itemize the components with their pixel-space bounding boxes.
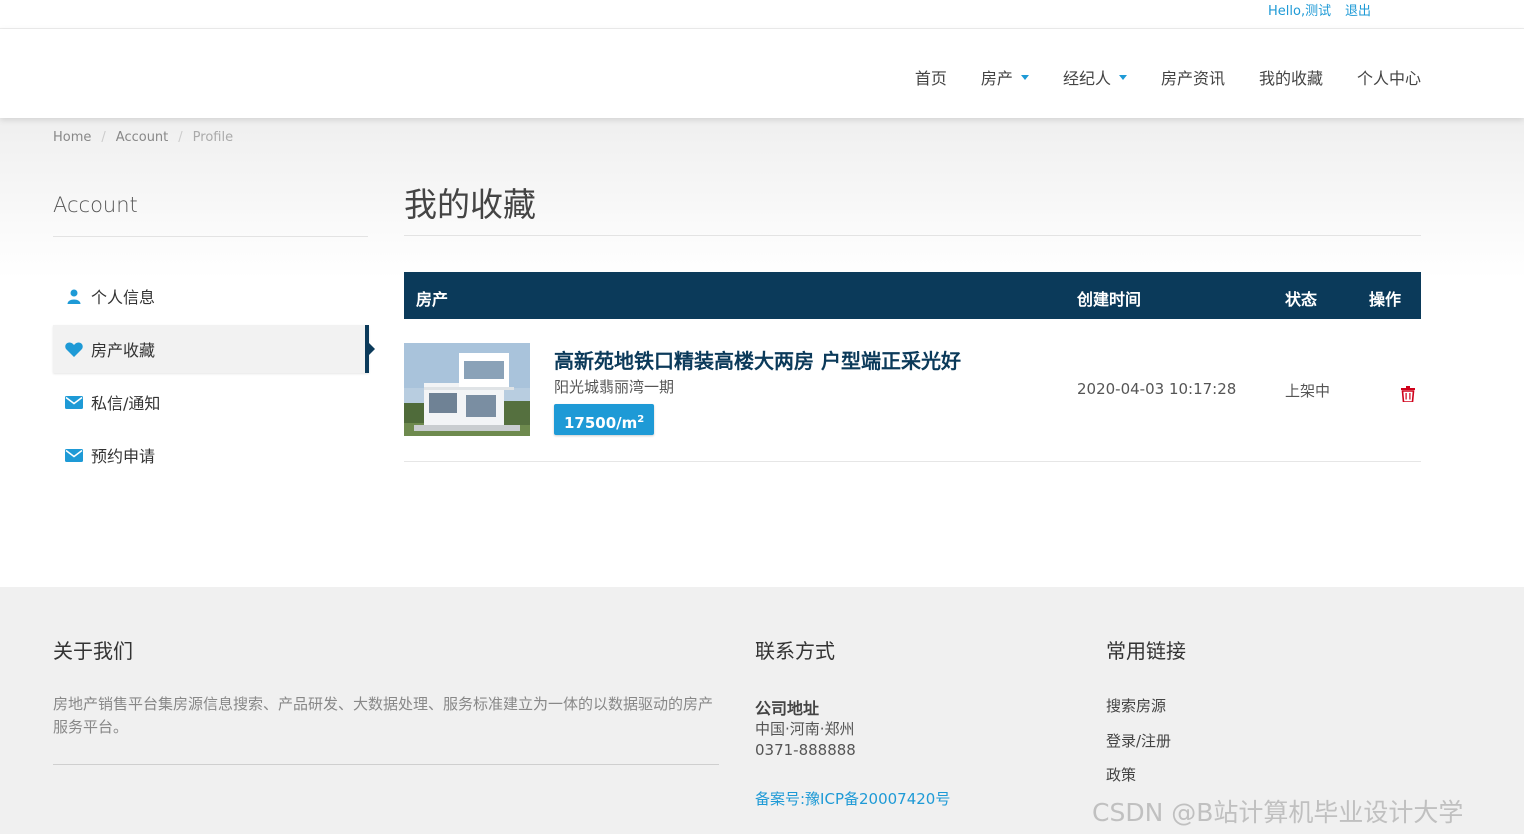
page-title: 我的收藏 <box>404 185 536 224</box>
sidebar-item-label: 个人信息 <box>91 288 156 307</box>
footer-icp-link[interactable]: 备案号:豫ICP备20007420号 <box>755 788 950 809</box>
status-text: 上架中 <box>1285 382 1331 400</box>
footer-links-title: 常用链接 <box>1106 639 1186 663</box>
nav-item-property[interactable]: 房产 <box>981 65 1029 89</box>
nav-item-label: 个人中心 <box>1356 69 1421 88</box>
sidebar-item-label: 私信/通知 <box>91 394 161 413</box>
trash-icon[interactable] <box>1401 386 1415 403</box>
footer-address: 中国·河南·郑州 <box>755 720 855 738</box>
favorites-table-header: 房产 创建时间 状态 操作 <box>404 272 1421 319</box>
breadcrumb-separator: / <box>178 130 183 145</box>
nav-item-label: 首页 <box>914 69 947 88</box>
sidebar-item-label: 房产收藏 <box>91 341 156 360</box>
breadcrumb-account[interactable]: Account <box>116 130 169 145</box>
breadcrumb-separator: / <box>101 130 106 145</box>
column-header-property: 房产 <box>416 290 449 309</box>
sidebar-item-personal-info[interactable]: 个人信息 <box>53 272 365 320</box>
price-value: 17500/m <box>564 414 638 432</box>
footer-phone: 0371-888888 <box>755 741 856 759</box>
column-header-action: 操作 <box>1369 290 1402 309</box>
footer-link-login[interactable]: 登录/注册 <box>1106 730 1171 751</box>
footer: 关于我们 房地产销售平台集房源信息搜索、产品研发、大数据处理、服务标准建立为一体… <box>0 587 1524 834</box>
caret-down-icon <box>1020 74 1029 80</box>
property-thumbnail[interactable] <box>404 343 530 436</box>
nav-item-label: 房产资讯 <box>1160 69 1225 88</box>
breadcrumb-home[interactable]: Home <box>53 130 91 145</box>
watermark: CSDN @B站计算机毕业设计大学 <box>1092 798 1464 827</box>
top-bar: Hello,测试 退出 <box>0 0 1524 29</box>
envelope-icon <box>64 395 84 409</box>
property-community: 阳光城翡丽湾一期 <box>554 378 675 396</box>
sidebar-item-appointments[interactable]: 预约申请 <box>53 431 365 479</box>
main-nav: 首页 房产 经纪人 房产资讯 我的收藏 个人中心 <box>881 65 1421 89</box>
footer-divider <box>53 764 719 765</box>
price-badge: 17500/m2 <box>554 404 655 435</box>
footer-address-label: 公司地址 <box>755 699 820 718</box>
table-row: 高新苑地铁口精装高楼大两房 户型端正采光好 阳光城翡丽湾一期 17500/m2 … <box>404 320 1421 462</box>
column-header-created: 创建时间 <box>1077 290 1142 309</box>
footer-contact-title: 联系方式 <box>755 639 835 663</box>
sidebar-title: Account <box>53 193 138 217</box>
nav-item-agent[interactable]: 经纪人 <box>1063 65 1127 89</box>
nav-item-label: 房产 <box>980 69 1013 88</box>
nav-item-news[interactable]: 房产资讯 <box>1161 65 1225 89</box>
main-header: 首页 房产 经纪人 房产资讯 我的收藏 个人中心 <box>0 29 1524 118</box>
footer-link-search[interactable]: 搜索房源 <box>1106 695 1166 716</box>
breadcrumb-current: Profile <box>192 130 234 145</box>
sidebar-item-label: 预约申请 <box>91 447 156 466</box>
caret-down-icon <box>1118 74 1127 80</box>
footer-link-policy[interactable]: 政策 <box>1106 764 1136 785</box>
breadcrumb: Home / Account / Profile <box>53 130 233 145</box>
sidebar-item-messages[interactable]: 私信/通知 <box>53 378 365 426</box>
price-unit-exponent: 2 <box>637 414 645 425</box>
user-greeting-link[interactable]: Hello,测试 <box>1268 0 1331 19</box>
logout-link[interactable]: 退出 <box>1345 0 1371 19</box>
created-time: 2020-04-03 10:17:28 <box>1077 380 1237 398</box>
property-title-link[interactable]: 高新苑地铁口精装高楼大两房 户型端正采光好 <box>554 345 961 374</box>
envelope-icon <box>64 448 84 462</box>
column-header-status: 状态 <box>1285 290 1318 309</box>
nav-item-label: 经纪人 <box>1062 69 1111 88</box>
nav-item-profile[interactable]: 个人中心 <box>1357 65 1421 89</box>
nav-item-favorites[interactable]: 我的收藏 <box>1259 65 1323 89</box>
footer-about-text: 房地产销售平台集房源信息搜索、产品研发、大数据处理、服务标准建立为一体的以数据驱… <box>53 695 714 736</box>
nav-item-label: 我的收藏 <box>1258 69 1323 88</box>
user-icon <box>64 289 84 304</box>
footer-about-title: 关于我们 <box>53 639 133 663</box>
sidebar-divider <box>53 236 368 237</box>
sidebar-item-favorites[interactable]: 房产收藏 <box>53 325 375 373</box>
nav-item-home[interactable]: 首页 <box>915 65 947 89</box>
title-divider <box>404 235 1421 236</box>
heart-icon <box>64 342 84 357</box>
